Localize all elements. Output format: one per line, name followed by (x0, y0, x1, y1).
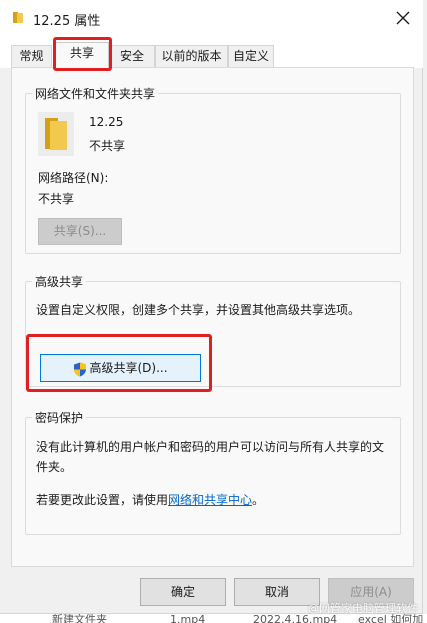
folder-name: 12.25 (89, 115, 124, 129)
sharing-panel: 网络文件和文件夹共享 12.25 不共享 网络路径(N): 不共享 共享(S).… (11, 67, 414, 567)
change-setting-suffix: 。 (252, 493, 265, 507)
advanced-sharing-button[interactable]: 高级共享(D)... (40, 354, 201, 382)
properties-dialog: 12.25 属性 常规 共享 安全 以前的版本 自定义 网络文件和文件夹共享 1… (0, 0, 423, 614)
tab-customize[interactable]: 自定义 (228, 45, 274, 67)
network-path-label: 网络路径(N): (38, 171, 109, 185)
advanced-sharing-description: 设置自定义权限，创建多个共享，并设置其他高级共享选项。 (36, 303, 361, 317)
network-sharing-legend: 网络文件和文件夹共享 (32, 85, 159, 102)
watermark: @网管家电脑管理软件 (308, 602, 418, 615)
shared-folder-icon (38, 112, 74, 156)
tab-general[interactable]: 常规 (11, 45, 52, 67)
network-sharing-center-link[interactable]: 网络和共享中心 (168, 493, 252, 507)
network-path-value: 不共享 (38, 192, 75, 206)
background-file-name-1: 新建文件夹 (52, 614, 107, 623)
tab-security[interactable]: 安全 (109, 45, 155, 67)
network-sharing-group: 网络文件和文件夹共享 12.25 不共享 网络路径(N): 不共享 共享(S).… (25, 85, 401, 254)
tab-sharing[interactable]: 共享 (55, 42, 109, 69)
advanced-sharing-legend: 高级共享 (32, 273, 87, 290)
folder-icon (12, 11, 24, 24)
password-protection-text-line1: 没有此计算机的用户帐户和密码的用户可以访问与所有人共享的文 (36, 440, 385, 454)
password-protection-text-line2: 件夹。 (36, 460, 73, 474)
change-setting-prefix: 若要更改此设置，请使用 (36, 493, 169, 507)
shield-icon (73, 360, 87, 377)
close-button[interactable] (383, 0, 423, 36)
password-protection-legend: 密码保护 (32, 409, 87, 426)
tab-previous-versions[interactable]: 以前的版本 (155, 45, 228, 67)
share-status: 不共享 (89, 139, 126, 153)
advanced-sharing-button-label: 高级共享(D)... (89, 361, 168, 375)
close-icon (396, 11, 410, 25)
share-button[interactable]: 共享(S)... (38, 218, 122, 245)
change-setting-text: 若要更改此设置，请使用网络和共享中心。 (36, 491, 264, 508)
window-title: 12.25 属性 (33, 14, 101, 29)
advanced-sharing-group: 高级共享 设置自定义权限，创建多个共享，并设置其他高级共享选项。 高级共享(D)… (25, 273, 401, 387)
background-file-name-2: 1.mp4 (170, 614, 206, 623)
title-bar: 12.25 属性 (0, 0, 423, 36)
password-protection-group: 密码保护 没有此计算机的用户帐户和密码的用户可以访问与所有人共享的文 件夹。 若… (25, 409, 401, 535)
ok-button[interactable]: 确定 (140, 578, 226, 606)
